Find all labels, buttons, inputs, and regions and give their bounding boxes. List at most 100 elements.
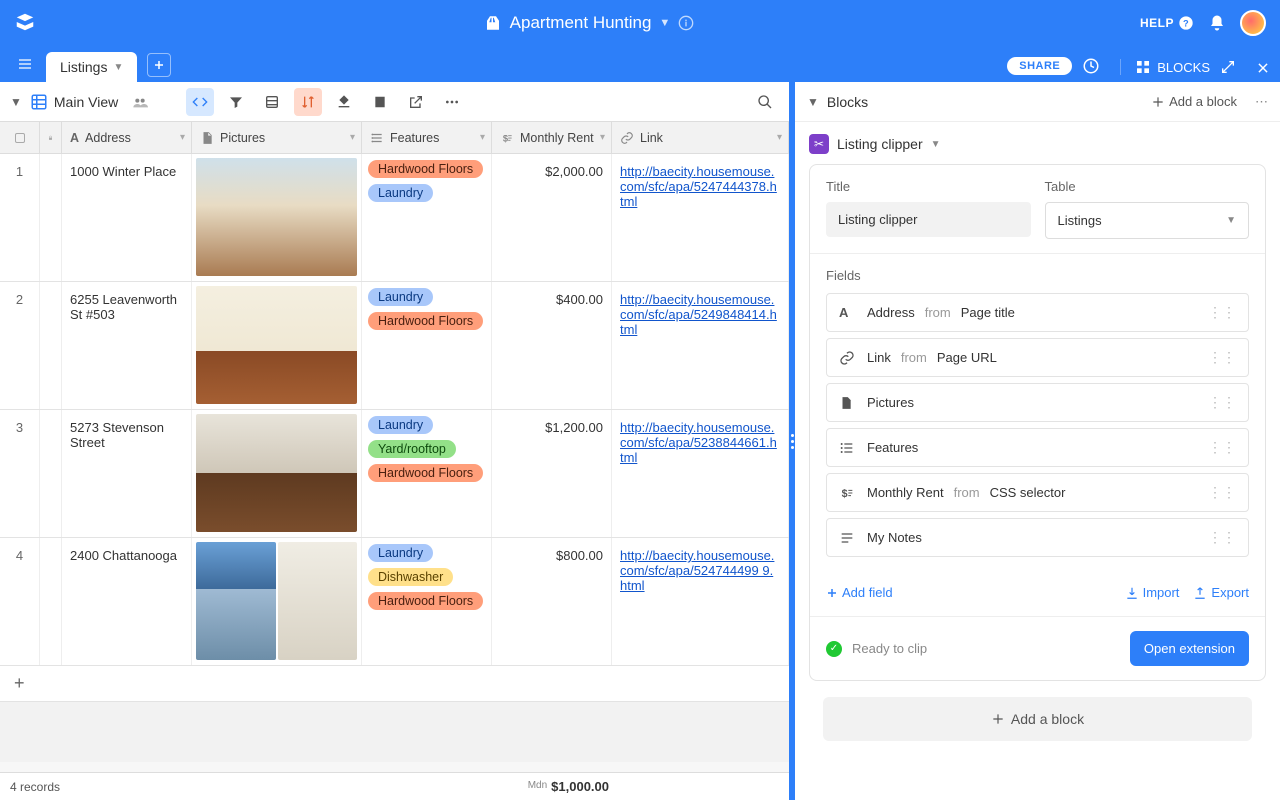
field-row[interactable]: Pictures ⋮⋮ — [826, 383, 1249, 422]
notifications-icon[interactable] — [1208, 14, 1226, 32]
thumbnail[interactable] — [196, 158, 357, 276]
add-row-button[interactable]: + — [0, 666, 789, 702]
feature-tag: Laundry — [368, 288, 433, 306]
open-extension-button[interactable]: Open extension — [1130, 631, 1249, 666]
drag-handle-icon[interactable]: ⋮⋮ — [1208, 349, 1236, 366]
history-icon[interactable] — [1082, 57, 1100, 75]
feature-tag: Laundry — [368, 544, 433, 562]
share-external-icon[interactable] — [402, 88, 430, 116]
app-logo[interactable] — [14, 11, 38, 35]
pane-resize-handle[interactable] — [789, 421, 795, 461]
block-title-input[interactable]: Listing clipper — [826, 202, 1031, 237]
column-rent[interactable]: $Monthly Rent▾ — [492, 122, 612, 153]
close-blocks-icon[interactable] — [1256, 61, 1270, 75]
table-row[interactable]: 1 1000 Winter Place Hardwood FloorsLaund… — [0, 154, 789, 282]
table-row[interactable]: 3 5273 Stevenson Street LaundryYard/roof… — [0, 410, 789, 538]
info-icon[interactable] — [678, 15, 694, 31]
field-row[interactable]: My Notes ⋮⋮ — [826, 518, 1249, 557]
cell-pictures[interactable] — [192, 282, 362, 409]
cell-features[interactable]: Hardwood FloorsLaundry — [362, 154, 492, 281]
summary-label[interactable]: Mdn — [528, 780, 547, 791]
group-icon[interactable] — [258, 88, 286, 116]
title-caret-icon[interactable]: ▼ — [659, 17, 670, 29]
svg-text:$: $ — [842, 488, 848, 500]
view-menu-caret[interactable]: ▼ — [10, 95, 22, 109]
column-features[interactable]: Features▾ — [362, 122, 492, 153]
help-button[interactable]: HELP ? — [1140, 15, 1194, 31]
field-row[interactable]: $ Monthly Rent fromCSS selector ⋮⋮ — [826, 473, 1249, 512]
sort-icon[interactable] — [294, 88, 322, 116]
field-row[interactable]: Link fromPage URL ⋮⋮ — [826, 338, 1249, 377]
thumbnail[interactable] — [196, 542, 276, 660]
code-icon[interactable] — [186, 88, 214, 116]
thumbnail[interactable] — [196, 286, 357, 404]
field-row[interactable]: A Address fromPage title ⋮⋮ — [826, 293, 1249, 332]
cell-link[interactable]: http://baecity.housemouse.com/sfc/apa/52… — [612, 538, 789, 665]
view-switcher[interactable]: Main View — [30, 93, 118, 111]
drag-handle-icon[interactable]: ⋮⋮ — [1208, 304, 1236, 321]
base-title[interactable]: Apartment Hunting — [510, 13, 652, 33]
cell-rent[interactable]: $400.00 — [492, 282, 612, 409]
topbar: Apartment Hunting ▼ HELP ? — [0, 0, 1280, 46]
cell-address[interactable]: 5273 Stevenson Street — [62, 410, 192, 537]
block-selector[interactable]: ✂ Listing clipper ▼ — [809, 134, 1266, 154]
select-all-checkbox[interactable] — [0, 122, 40, 153]
thumbnail[interactable] — [196, 414, 357, 532]
add-field-button[interactable]: Add field — [826, 585, 893, 600]
cell-link[interactable]: http://baecity.housemouse.com/sfc/apa/52… — [612, 282, 789, 409]
cell-address[interactable]: 6255 Leavenworth St #503 — [62, 282, 192, 409]
tab-listings[interactable]: Listings ▼ — [46, 52, 137, 82]
lock-icon — [40, 122, 62, 153]
drag-handle-icon[interactable]: ⋮⋮ — [1208, 529, 1236, 546]
cell-features[interactable]: LaundryHardwood Floors — [362, 282, 492, 409]
blocks-more-icon[interactable]: ⋯ — [1255, 94, 1268, 110]
svg-text:?: ? — [1183, 18, 1189, 28]
drag-handle-icon[interactable]: ⋮⋮ — [1208, 484, 1236, 501]
add-table-button[interactable] — [147, 53, 171, 77]
cell-rent[interactable]: $2,000.00 — [492, 154, 612, 281]
import-button[interactable]: Import — [1125, 585, 1180, 600]
field-type-icon — [839, 440, 857, 456]
user-avatar[interactable] — [1240, 10, 1266, 36]
cell-rent[interactable]: $1,200.00 — [492, 410, 612, 537]
share-button[interactable]: SHARE — [1007, 57, 1072, 75]
table-row[interactable]: 4 2400 Chattanooga LaundryDishwasherHard… — [0, 538, 789, 666]
column-pictures[interactable]: Pictures▾ — [192, 122, 362, 153]
cell-link[interactable]: http://baecity.housemouse.com/sfc/apa/52… — [612, 154, 789, 281]
chevron-down-icon: ▼ — [931, 139, 941, 150]
block-table-select[interactable]: Listings ▼ — [1045, 202, 1250, 239]
grid-header: AAddress▾ Pictures▾ Features▾ $Monthly R… — [0, 122, 789, 154]
cell-pictures[interactable] — [192, 410, 362, 537]
add-block-button[interactable]: Add a block — [1151, 94, 1237, 109]
summary-value: $1,000.00 — [551, 779, 609, 794]
add-block-big-button[interactable]: Add a block — [823, 697, 1252, 741]
cell-pictures[interactable] — [192, 538, 362, 665]
color-icon[interactable] — [330, 88, 358, 116]
cell-address[interactable]: 2400 Chattanooga — [62, 538, 192, 665]
share-view-icon[interactable] — [126, 88, 154, 116]
cell-link[interactable]: http://baecity.housemouse.com/sfc/apa/52… — [612, 410, 789, 537]
blocks-tab[interactable]: BLOCKS — [1120, 59, 1210, 75]
more-icon[interactable] — [438, 88, 466, 116]
filter-icon[interactable] — [222, 88, 250, 116]
cell-features[interactable]: LaundryYard/rooftopHardwood Floors — [362, 410, 492, 537]
blocks-caret[interactable]: ▼ — [807, 95, 819, 109]
field-row[interactable]: Features ⋮⋮ — [826, 428, 1249, 467]
drag-handle-icon[interactable]: ⋮⋮ — [1208, 439, 1236, 456]
expand-icon[interactable] — [1220, 59, 1236, 75]
cell-features[interactable]: LaundryDishwasherHardwood Floors — [362, 538, 492, 665]
column-link[interactable]: Link▾ — [612, 122, 789, 153]
table-row[interactable]: 2 6255 Leavenworth St #503 LaundryHardwo… — [0, 282, 789, 410]
row-height-icon[interactable] — [366, 88, 394, 116]
thumbnail[interactable] — [278, 542, 358, 660]
search-icon[interactable] — [751, 88, 779, 116]
cell-rent[interactable]: $800.00 — [492, 538, 612, 665]
cell-pictures[interactable] — [192, 154, 362, 281]
cell-address[interactable]: 1000 Winter Place — [62, 154, 192, 281]
export-button[interactable]: Export — [1193, 585, 1249, 600]
grid-pane: ▼ Main View AAddress — [0, 82, 795, 800]
grid-footer: 4 records Mdn $1,000.00 — [0, 772, 789, 800]
column-address[interactable]: AAddress▾ — [62, 122, 192, 153]
drag-handle-icon[interactable]: ⋮⋮ — [1208, 394, 1236, 411]
menu-icon[interactable] — [10, 49, 40, 79]
